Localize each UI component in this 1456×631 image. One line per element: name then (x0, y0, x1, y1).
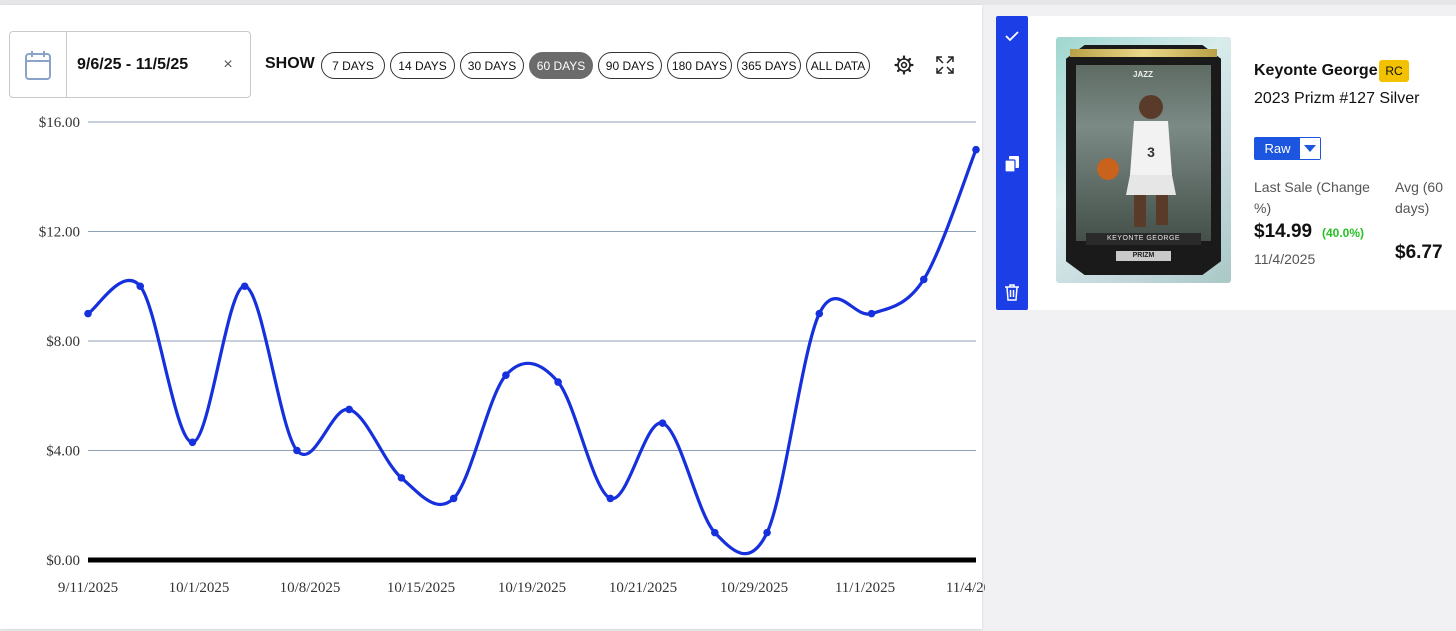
x-tick-label: 11/1/2025 (835, 580, 895, 596)
x-tick-label: 10/21/2025 (609, 580, 677, 596)
last-sale-price: $14.99 (1254, 221, 1313, 242)
x-tick-label: 9/11/2025 (58, 580, 118, 596)
x-tick-label: 10/8/2025 (280, 580, 341, 596)
change-percent: (40.0%) (1322, 226, 1365, 240)
price-line-chart: $0.00 $4.00 $8.00 $12.00 $16.00 9/11/2025 10/1… (39, 115, 985, 596)
data-point (867, 309, 876, 318)
action-sidebar (996, 16, 1028, 310)
trash-icon[interactable] (996, 276, 1028, 308)
rookie-badge: RC (1379, 60, 1409, 82)
x-tick-label: 10/29/2025 (720, 580, 788, 596)
card-photo: JAZZ 3 (1076, 65, 1211, 241)
y-tick-label: $16.00 (39, 115, 80, 131)
card-brand: PRIZM (1116, 251, 1171, 261)
data-point (188, 438, 197, 447)
data-point (606, 494, 615, 503)
data-point (711, 528, 719, 537)
data-point (293, 446, 301, 455)
x-tick-label: 10/1/2025 (169, 580, 230, 596)
card-image[interactable]: JAZZ 3 KEYONTE GEORGE PRIZM (1056, 37, 1231, 283)
svg-text:3: 3 (1147, 144, 1155, 160)
data-point (136, 282, 145, 291)
caret-down-icon[interactable] (1300, 138, 1320, 159)
card-name-strip: KEYONTE GEORGE (1086, 233, 1201, 245)
card-team-text: JAZZ (1133, 70, 1153, 79)
x-tick-label: 11/4/2025 (946, 580, 985, 596)
data-point (502, 371, 510, 380)
copy-icon[interactable] (996, 148, 1028, 180)
data-point (345, 405, 353, 414)
grade-dropdown[interactable]: Raw (1254, 137, 1321, 160)
x-tick-label: 10/15/2025 (387, 580, 455, 596)
y-tick-label: $12.00 (39, 225, 80, 241)
y-tick-label: $4.00 (46, 444, 80, 460)
card-set: 2023 Prizm #127 Silver (1254, 90, 1420, 107)
y-tick-label: $8.00 (46, 334, 80, 350)
data-point (919, 275, 928, 284)
check-icon[interactable] (996, 20, 1028, 52)
average-label: Avg (60 days) (1395, 179, 1443, 216)
data-point (554, 378, 562, 386)
data-point (397, 474, 406, 482)
data-point (972, 145, 980, 154)
x-tick-label: 10/19/2025 (498, 580, 566, 596)
card-gold-trim (1070, 49, 1217, 57)
player-name: Keyonte George (1254, 62, 1378, 79)
price-series-line (87, 149, 978, 556)
data-point (84, 309, 92, 318)
card-details-panel: JAZZ 3 KEYONTE GEORGE PRIZM Keyonte Geor… (1028, 16, 1456, 310)
data-point (815, 309, 824, 318)
y-tick-label: $0.00 (46, 553, 80, 569)
data-point (658, 419, 667, 427)
data-point (240, 282, 249, 291)
last-sale-label: Last Sale (Change %) (1254, 179, 1370, 216)
grade-label[interactable]: Raw (1255, 138, 1300, 159)
data-point (763, 528, 771, 537)
average-value: $6.77 (1395, 242, 1443, 263)
data-point (449, 494, 458, 503)
last-sale-date: 11/4/2025 (1254, 251, 1316, 267)
